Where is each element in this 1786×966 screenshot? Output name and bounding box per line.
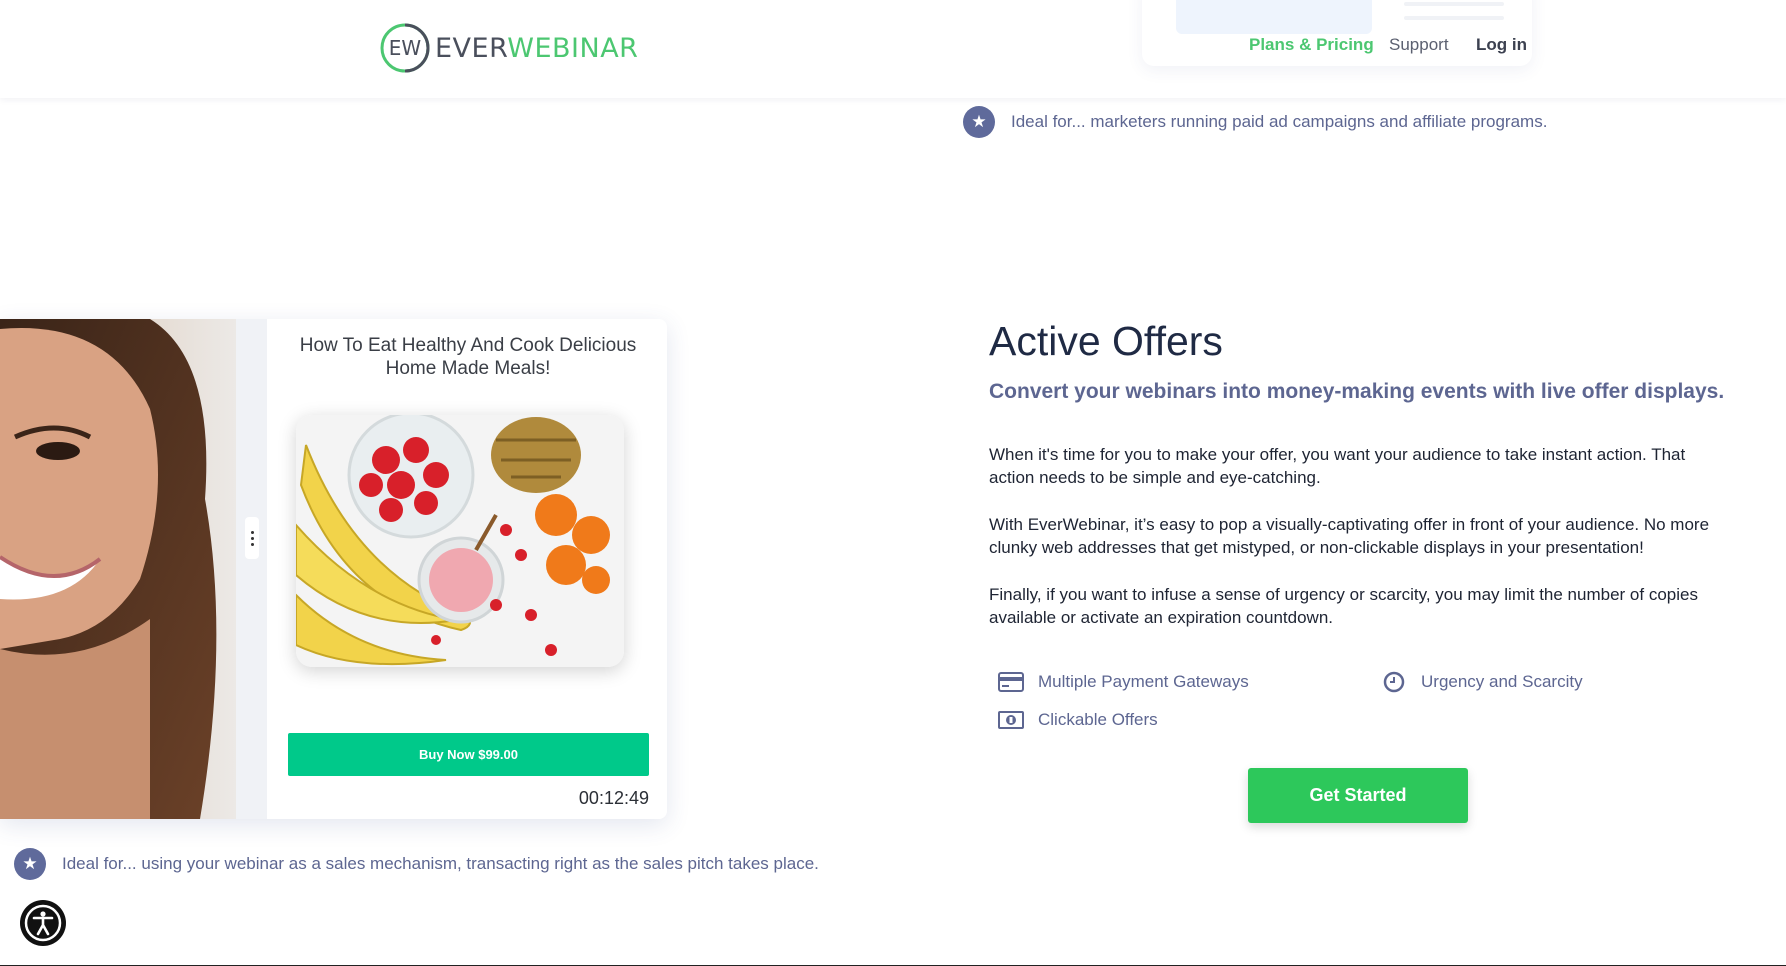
- star-icon: ★: [963, 106, 995, 138]
- clock-icon: [1380, 671, 1408, 693]
- feature-item: Urgency and Scarcity: [1380, 671, 1583, 693]
- preview-line: [1404, 2, 1504, 6]
- feature-item: Clickable Offers: [997, 709, 1158, 731]
- accessibility-button[interactable]: [20, 900, 66, 946]
- everwebinar-logo[interactable]: EW EVERWEBINAR: [379, 21, 638, 75]
- offer-product-image: [296, 415, 624, 667]
- ideal-for-text: Ideal for... marketers running paid ad c…: [1011, 112, 1548, 131]
- feature-label: Multiple Payment Gateways: [1038, 672, 1249, 691]
- ideal-for-text: Ideal for... using your webinar as a sal…: [62, 854, 819, 873]
- credit-card-icon: [997, 671, 1025, 693]
- offer-title: How To Eat Healthy And Cook Delicious Ho…: [299, 335, 637, 379]
- paragraph: Finally, if you want to infuse a sense o…: [989, 585, 1698, 627]
- countdown-timer: 00:12:49: [578, 788, 649, 808]
- accessibility-icon: [24, 904, 62, 942]
- header-preview-card: [1142, 0, 1532, 66]
- nav-login[interactable]: Log in: [1476, 35, 1527, 55]
- section-subtitle: Convert your webinars into money-making …: [989, 380, 1725, 403]
- paragraph: When it's time for you to make your offe…: [989, 445, 1686, 487]
- site-header: EW EVERWEBINAR Plans & Pricing Support L…: [0, 0, 1786, 98]
- panel-divider: [236, 319, 267, 819]
- more-options-icon[interactable]: [245, 517, 259, 559]
- presenter-photo: [0, 319, 236, 819]
- ideal-for-row-top: ★ Ideal for... marketers running paid ad…: [963, 106, 1547, 138]
- preview-line: [1404, 16, 1504, 20]
- ideal-for-row-bottom: ★ Ideal for... using your webinar as a s…: [14, 848, 819, 880]
- webinar-offer-mockup: How To Eat Healthy And Cook Delicious Ho…: [0, 319, 667, 819]
- feature-label: Urgency and Scarcity: [1421, 672, 1583, 691]
- get-started-button[interactable]: Get Started: [1248, 768, 1468, 823]
- preview-block: [1176, 0, 1372, 34]
- logo-webinar: WEBINAR: [507, 32, 639, 64]
- logo-mark-text: EW: [389, 36, 422, 60]
- money-bill-icon: [997, 709, 1025, 731]
- nav-support[interactable]: Support: [1389, 35, 1449, 55]
- paragraph: With EverWebinar, it’s easy to pop a vis…: [989, 515, 1710, 557]
- feature-item: Multiple Payment Gateways: [997, 671, 1249, 693]
- star-icon: ★: [14, 848, 46, 880]
- logo-mark-icon: EW: [380, 23, 430, 73]
- buy-now-button[interactable]: Buy Now $99.00: [288, 733, 649, 776]
- nav-plans-pricing[interactable]: Plans & Pricing: [1249, 35, 1374, 55]
- logo-ever: EVER: [435, 32, 508, 64]
- feature-label: Clickable Offers: [1038, 710, 1158, 729]
- section-title: Active Offers: [989, 318, 1223, 364]
- logo-wordmark: EVERWEBINAR: [435, 33, 638, 64]
